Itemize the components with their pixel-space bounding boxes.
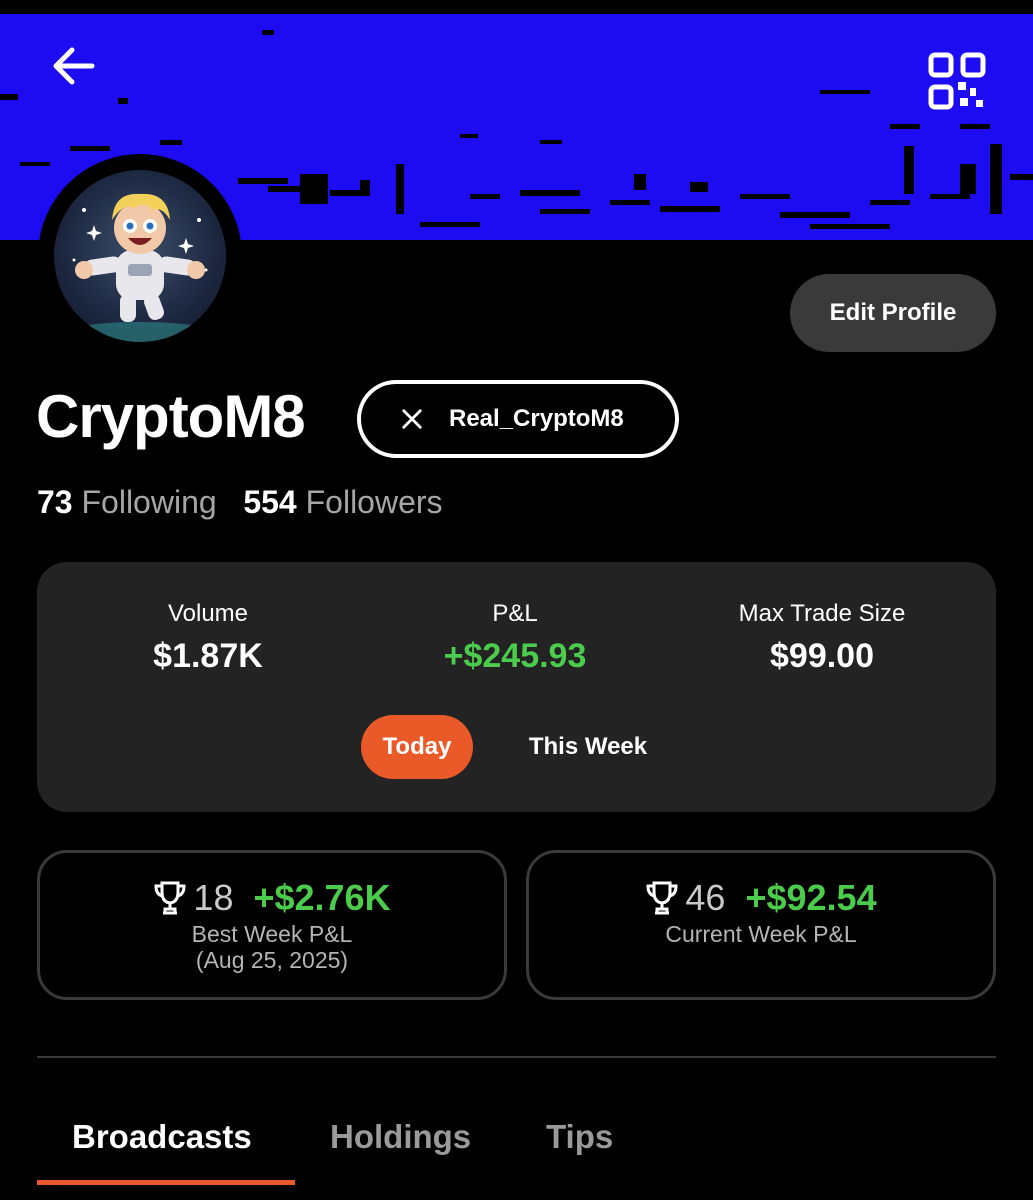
current-week-card: 46 +$92.54 Current Week P&L [526,850,996,1000]
following-count: 73 [37,484,73,520]
back-button[interactable] [48,40,100,92]
max-trade-stat: Max Trade Size $99.00 [672,600,972,682]
best-week-card: 18 +$2.76K Best Week P&L (Aug 25, 2025) [37,850,507,1000]
volume-stat: Volume $1.87K [58,600,358,682]
current-week-rank: 46 [685,877,726,918]
trophy-icon [154,881,186,915]
pnl-stat: P&L +$245.93 [365,600,665,682]
section-divider [37,1056,996,1058]
x-handle-link[interactable]: Real_CryptoM8 [357,380,679,458]
astronaut-illustration [54,193,226,342]
stats-card: Volume $1.87K P&L +$245.93 Max Trade Siz… [37,562,996,812]
avatar[interactable] [38,154,242,358]
pnl-label: P&L [492,600,538,627]
trophy-icon [646,881,678,915]
current-week-amount: +$92.54 [745,877,877,918]
period-this-week-button[interactable]: This Week [507,715,669,779]
max-trade-label: Max Trade Size [738,600,906,627]
edit-profile-button[interactable]: Edit Profile [790,274,996,352]
volume-value: $1.87K [153,637,263,675]
max-trade-value: $99.00 [770,637,874,675]
avatar-image [54,170,226,342]
followers-label: Followers [305,484,443,520]
following-label: Following [81,484,217,520]
tab-holdings[interactable]: Holdings [330,1112,471,1162]
period-today-button[interactable]: Today [361,715,473,779]
tab-broadcasts[interactable]: Broadcasts [72,1112,252,1162]
qr-code-icon [928,52,986,110]
arrow-left-icon [53,47,95,85]
current-week-headline: 46 +$92.54 [529,875,993,921]
qr-code-button[interactable] [928,52,986,110]
pnl-value: +$245.93 [443,637,587,675]
best-week-amount: +$2.76K [253,877,391,918]
best-week-date: (Aug 25, 2025) [195,947,349,973]
x-handle-text: Real_CryptoM8 [449,405,624,432]
x-logo-icon [402,409,422,429]
followers-count: 554 [243,484,297,520]
current-week-label: Current Week P&L [665,921,857,947]
username: CryptoM8 [36,383,306,450]
following-link[interactable]: 73 Following [37,484,217,520]
follow-stats: 73 Following 554 Followers [37,480,443,524]
best-week-rank: 18 [193,877,234,918]
best-week-label: Best Week P&L [191,921,353,947]
tab-tips[interactable]: Tips [546,1112,613,1162]
best-week-headline: 18 +$2.76K [40,875,504,921]
followers-link[interactable]: 554 Followers [243,484,442,520]
active-tab-indicator [37,1180,295,1185]
volume-label: Volume [167,600,249,627]
